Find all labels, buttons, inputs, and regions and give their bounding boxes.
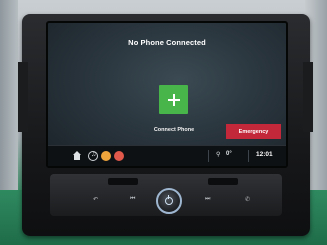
touchscreen-display: No Phone Connected Connect Phone Emergen…: [46, 21, 288, 168]
prev-track-icon[interactable]: ⏮: [130, 196, 135, 203]
page-title: No Phone Connected: [128, 38, 206, 47]
status-bar: ♫ ⚲ 0° 12:01: [48, 145, 286, 166]
temperature-readout: 0°: [226, 151, 232, 157]
next-track-icon[interactable]: ⏭: [205, 196, 210, 203]
divider: [248, 150, 249, 162]
clock: 12:01: [256, 151, 273, 158]
connect-phone-button[interactable]: [159, 85, 188, 114]
connect-phone-label: Connect Phone: [153, 127, 195, 133]
slot-left: [108, 178, 138, 185]
mount-bracket-right: [303, 62, 313, 132]
location-icon: ⚲: [216, 152, 221, 158]
power-volume-knob[interactable]: [156, 188, 182, 214]
divider: [208, 150, 209, 162]
emergency-button[interactable]: Emergency: [226, 124, 281, 139]
plus-icon: [167, 93, 180, 106]
power-icon: [165, 195, 173, 205]
background-wall-left: [0, 0, 18, 190]
music-icon[interactable]: ♫: [88, 151, 98, 161]
home-icon[interactable]: [72, 151, 82, 161]
app-shortcut-orange-icon[interactable]: [101, 151, 111, 161]
mount-bracket-left: [18, 62, 28, 132]
phone-icon[interactable]: ✆: [245, 196, 250, 203]
app-shortcut-red-icon[interactable]: [114, 151, 124, 161]
back-icon[interactable]: ↶: [93, 196, 98, 203]
slot-right: [208, 178, 238, 185]
